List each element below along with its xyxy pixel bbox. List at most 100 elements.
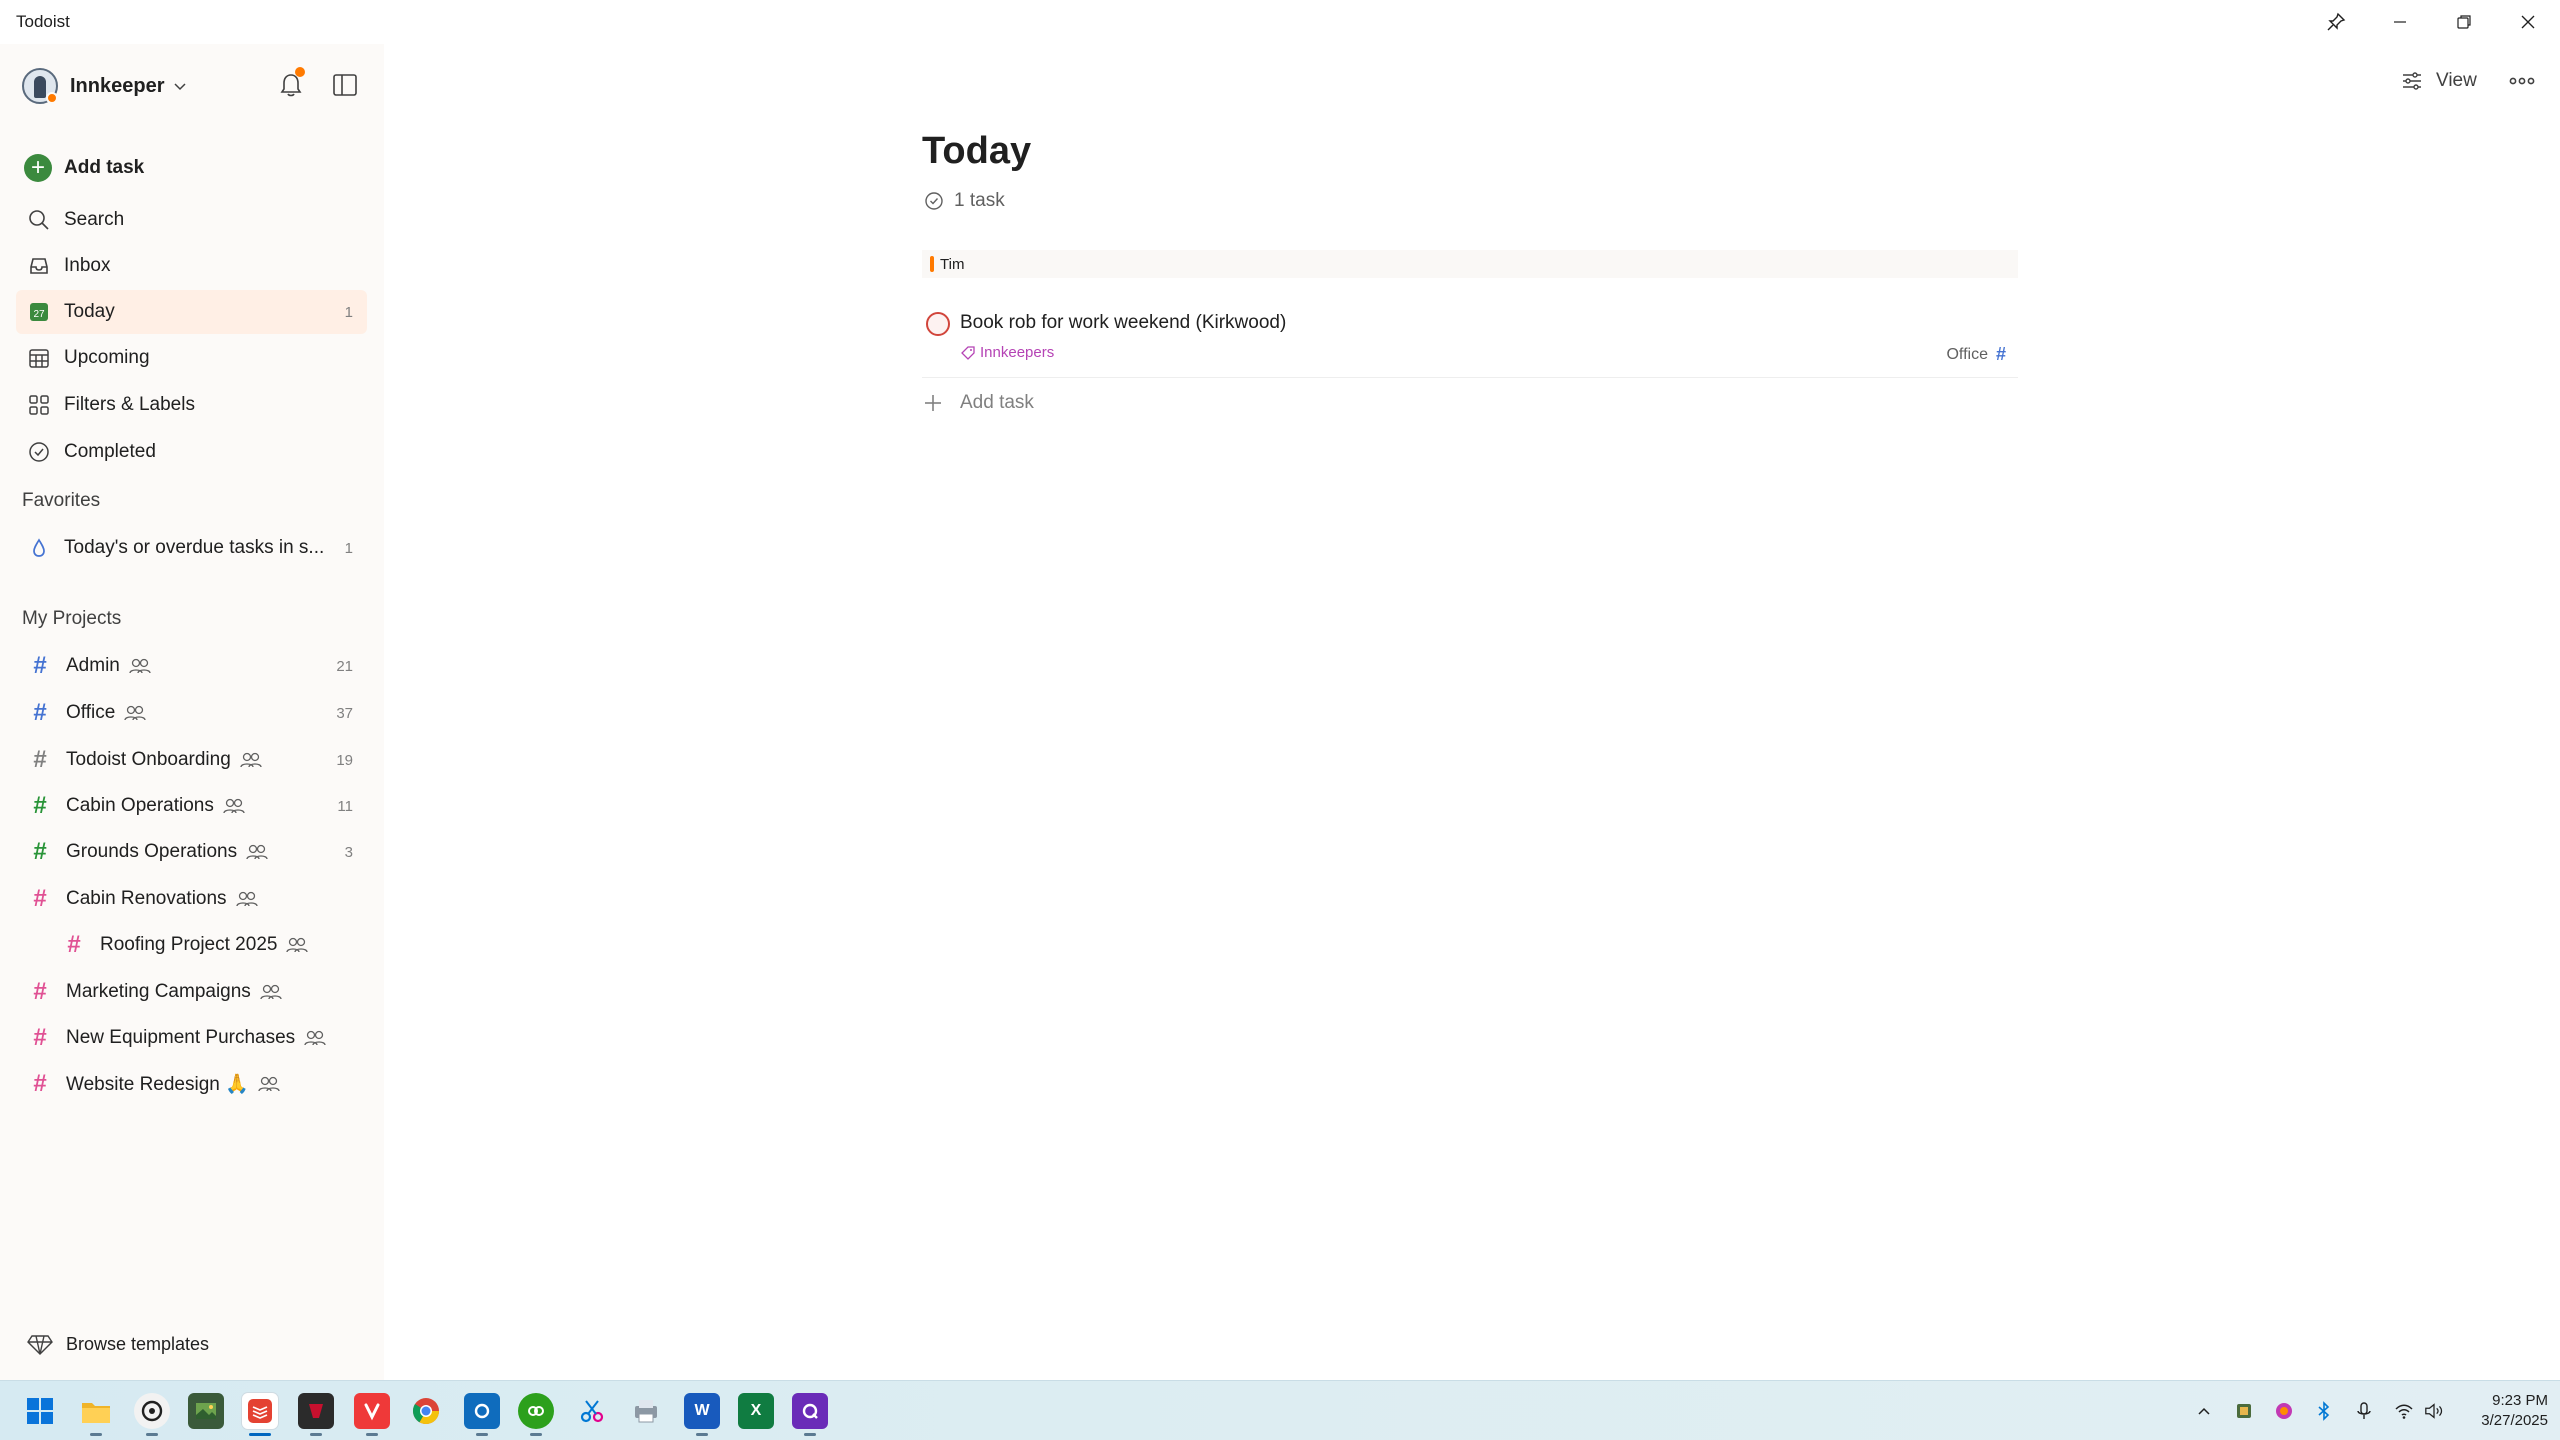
- task-label-tag[interactable]: Innkeepers: [960, 344, 1054, 361]
- shared-people-icon: [129, 658, 151, 674]
- browse-templates-button[interactable]: Browse templates: [26, 1330, 209, 1358]
- project-item-office[interactable]: # Office 37: [16, 691, 367, 735]
- running-indicator: [476, 1433, 488, 1436]
- outlook-icon[interactable]: [464, 1393, 500, 1429]
- count-badge: 21: [336, 657, 353, 675]
- check-circle-icon: [26, 439, 52, 465]
- add-task-label: Add task: [64, 157, 145, 178]
- close-icon[interactable]: [2496, 0, 2560, 44]
- tag-icon: [961, 345, 975, 360]
- running-indicator: [146, 1433, 158, 1436]
- taskbar: W X 9:23 PM 3/27/2025: [0, 1380, 2560, 1440]
- project-item-cabin-operations[interactable]: # Cabin Operations 11: [16, 784, 367, 828]
- count-badge: 1: [344, 303, 353, 321]
- microphone-icon[interactable]: [2354, 1401, 2374, 1421]
- sidebar-item-label: Search: [64, 209, 125, 230]
- browse-templates-label: Browse templates: [66, 1333, 210, 1354]
- sidebar-item-search[interactable]: Search: [16, 198, 367, 242]
- notification-dot: [295, 67, 305, 77]
- project-label: Website Redesign 🙏: [66, 1074, 249, 1095]
- task-project-link[interactable]: Office #: [1946, 344, 2006, 365]
- project-label: Todoist Onboarding: [66, 749, 231, 770]
- more-options-icon[interactable]: [2506, 66, 2538, 96]
- project-label: Cabin Operations: [66, 795, 214, 816]
- running-indicator: [696, 1433, 708, 1436]
- bluetooth-icon[interactable]: [2314, 1401, 2334, 1421]
- shared-people-icon: [246, 844, 268, 860]
- chatgpt-icon[interactable]: [134, 1393, 170, 1429]
- project-item-roofing-project-2025[interactable]: # Roofing Project 2025: [50, 923, 367, 967]
- user-name: Innkeeper: [70, 74, 165, 97]
- hash-icon: #: [33, 978, 47, 1005]
- minimize-icon[interactable]: [2368, 0, 2432, 44]
- sidebar-item-upcoming[interactable]: Upcoming: [16, 336, 367, 380]
- tray-app-color-icon[interactable]: [2274, 1401, 2294, 1421]
- chevron-down-icon: [174, 83, 187, 91]
- task-item[interactable]: Book rob for work weekend (Kirkwood) Inn…: [922, 306, 2018, 378]
- photos-app-icon[interactable]: [188, 1393, 224, 1429]
- clock-date: 3/27/2025: [2481, 1412, 2548, 1429]
- restore-icon[interactable]: [2432, 0, 2496, 44]
- task-checkbox[interactable]: [926, 312, 950, 336]
- snipping-tool-icon[interactable]: [574, 1393, 610, 1429]
- project-label: Office: [66, 702, 116, 723]
- volume-icon[interactable]: [2424, 1401, 2444, 1421]
- user-menu[interactable]: Innkeeper: [22, 66, 188, 106]
- file-explorer-icon[interactable]: [78, 1393, 114, 1429]
- system-clock[interactable]: 9:23 PM 3/27/2025: [2448, 1391, 2548, 1431]
- running-indicator: [366, 1433, 378, 1436]
- favorites-heading[interactable]: Favorites: [22, 490, 100, 512]
- sliders-icon: [2403, 72, 2421, 90]
- calendar-grid-icon: [26, 345, 52, 371]
- excel-icon[interactable]: X: [738, 1393, 774, 1429]
- task-label-name: Innkeepers: [980, 344, 1055, 361]
- favorite-item[interactable]: Today's or overdue tasks in s... 1: [16, 526, 367, 570]
- sidebar-item-label: Upcoming: [64, 347, 150, 368]
- sidebar-item-inbox[interactable]: Inbox: [16, 244, 367, 288]
- sidebar-item-filters-labels[interactable]: Filters & Labels: [16, 383, 367, 427]
- running-indicator: [530, 1433, 542, 1436]
- add-task-button[interactable]: + Add task: [16, 146, 367, 190]
- sidebar-toggle-icon[interactable]: [330, 70, 360, 100]
- printer-app-icon[interactable]: [628, 1393, 664, 1429]
- project-item-new-equipment-purchases[interactable]: # New Equipment Purchases: [16, 1016, 367, 1060]
- shared-people-icon: [260, 984, 282, 1000]
- sidebar-item-today[interactable]: 27 Today 1: [16, 290, 367, 334]
- project-item-grounds-operations[interactable]: # Grounds Operations 3: [16, 830, 367, 874]
- count-badge: 3: [344, 843, 353, 861]
- tray-app-icon[interactable]: [2234, 1401, 2254, 1421]
- quickbooks-icon[interactable]: [518, 1393, 554, 1429]
- projects-heading[interactable]: My Projects: [22, 608, 121, 630]
- project-item-cabin-renovations[interactable]: # Cabin Renovations: [16, 877, 367, 921]
- project-item-todoist-onboarding[interactable]: # Todoist Onboarding 19: [16, 738, 367, 782]
- task-title[interactable]: Book rob for work weekend (Kirkwood): [960, 312, 1286, 334]
- chevron-up-icon[interactable]: [2194, 1401, 2214, 1421]
- pin-icon[interactable]: [2304, 0, 2368, 44]
- word-icon[interactable]: W: [684, 1393, 720, 1429]
- project-item-marketing-campaigns[interactable]: # Marketing Campaigns: [16, 970, 367, 1014]
- app-red-icon[interactable]: [298, 1393, 334, 1429]
- view-button[interactable]: View: [2400, 64, 2477, 98]
- chrome-icon[interactable]: [408, 1393, 444, 1429]
- project-item-website-redesign[interactable]: # Website Redesign 🙏: [16, 1062, 367, 1106]
- hash-icon: #: [33, 699, 47, 726]
- check-circle-icon: [925, 192, 943, 210]
- wifi-icon[interactable]: [2394, 1401, 2414, 1421]
- inbox-icon: [26, 253, 52, 279]
- project-label: Marketing Campaigns: [66, 981, 251, 1002]
- add-task-inline-label: Add task: [960, 392, 1034, 413]
- hash-icon: #: [33, 838, 47, 865]
- diamond-icon: [27, 1335, 53, 1355]
- sidebar-item-label: Inbox: [64, 255, 111, 276]
- running-indicator: [310, 1433, 322, 1436]
- group-header[interactable]: Tim: [922, 250, 2018, 278]
- add-task-inline-button[interactable]: Add task: [922, 388, 1034, 418]
- task-project-name: Office: [1946, 345, 1988, 363]
- todoist-app-icon[interactable]: [242, 1393, 278, 1429]
- vivaldi-browser-icon[interactable]: [354, 1393, 390, 1429]
- windows-start-icon[interactable]: [22, 1393, 58, 1429]
- sidebar-item-completed[interactable]: Completed: [16, 430, 367, 474]
- project-item-admin[interactable]: # Admin 21: [16, 644, 367, 688]
- count-badge: 19: [336, 751, 353, 769]
- app-purple-icon[interactable]: [792, 1393, 828, 1429]
